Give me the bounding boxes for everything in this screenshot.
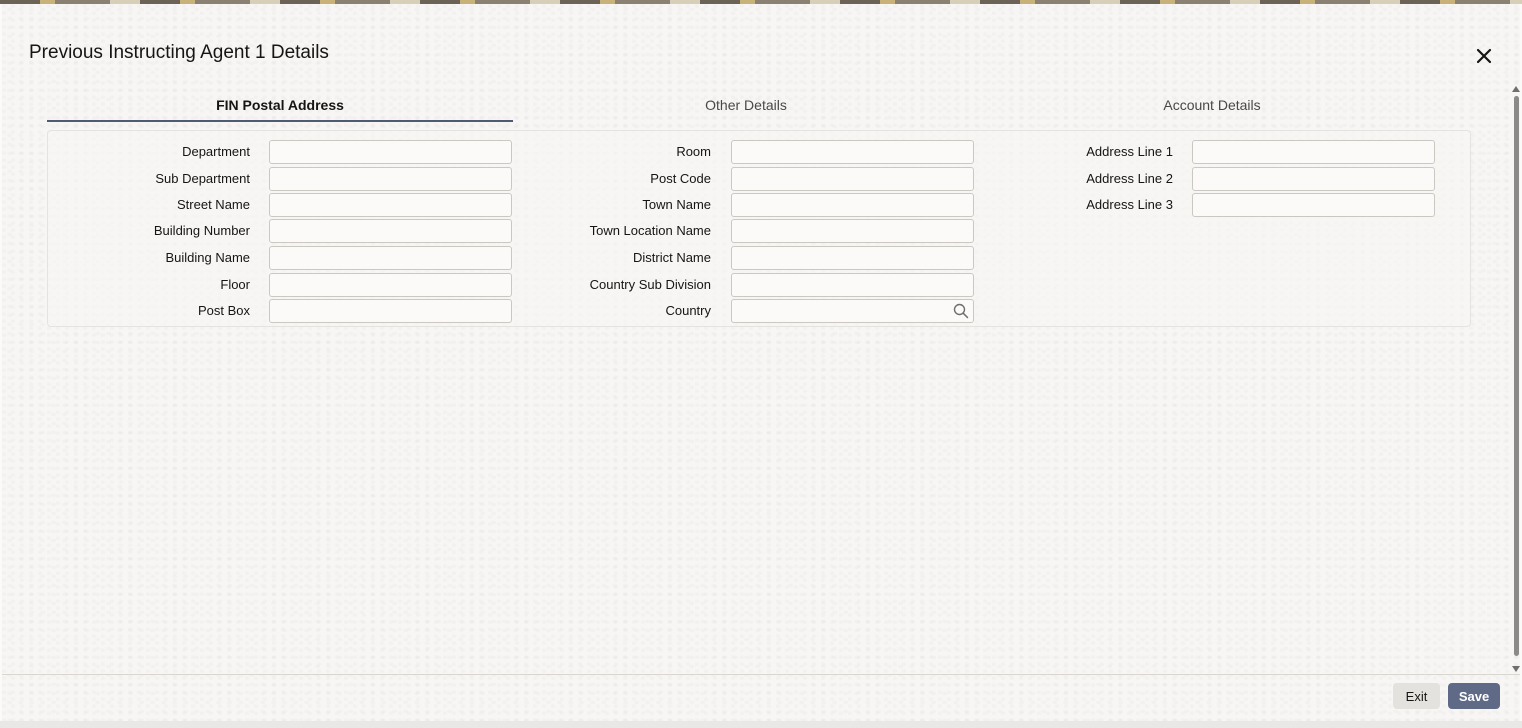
post-code-field[interactable] <box>731 167 974 191</box>
country-sub-division-field[interactable] <box>731 273 974 297</box>
country-field[interactable] <box>731 299 974 323</box>
floor-label: Floor <box>220 277 250 292</box>
department-label: Department <box>182 144 250 159</box>
sub-department-field[interactable] <box>269 167 512 191</box>
scroll-down-icon[interactable] <box>1512 666 1520 672</box>
vertical-scrollbar[interactable] <box>1511 86 1521 676</box>
footer-divider <box>2 674 1520 675</box>
tab-fin-postal-address[interactable]: FIN Postal Address <box>47 92 513 122</box>
post-box-field[interactable] <box>269 299 512 323</box>
address-line-2-label: Address Line 2 <box>1086 171 1173 186</box>
town-name-label: Town Name <box>642 197 711 212</box>
address-line-1-label: Address Line 1 <box>1086 144 1173 159</box>
sub-department-label: Sub Department <box>155 171 250 186</box>
floor-field[interactable] <box>269 273 512 297</box>
tab-account-details[interactable]: Account Details <box>979 92 1445 122</box>
town-name-field[interactable] <box>731 193 974 217</box>
address-line-3-label: Address Line 3 <box>1086 197 1173 212</box>
scroll-thumb[interactable] <box>1514 96 1519 656</box>
post-box-label: Post Box <box>197 303 250 318</box>
address-line-1-field[interactable] <box>1192 140 1435 164</box>
tab-bar: FIN Postal Address Other Details Account… <box>47 92 1447 124</box>
close-button[interactable] <box>1472 44 1496 68</box>
address-line-2-field[interactable] <box>1192 167 1435 191</box>
building-number-field[interactable] <box>269 219 512 243</box>
fin-postal-address-panel: Department Sub Department Street Name Bu… <box>47 130 1471 327</box>
post-code-label: Post Code <box>650 171 711 186</box>
tab-other-details[interactable]: Other Details <box>513 92 979 122</box>
building-name-label: Building Name <box>165 250 250 265</box>
country-sub-division-label: Country Sub Division <box>589 277 711 292</box>
save-button[interactable]: Save <box>1448 683 1500 709</box>
room-field[interactable] <box>731 140 974 164</box>
building-name-field[interactable] <box>269 246 512 270</box>
room-label: Room <box>676 144 711 159</box>
close-icon <box>1476 48 1492 64</box>
street-name-field[interactable] <box>269 193 512 217</box>
dialog-title: Previous Instructing Agent 1 Details <box>29 42 329 63</box>
district-name-label: District Name <box>632 250 711 265</box>
town-location-name-label: Town Location Name <box>589 223 711 238</box>
exit-button[interactable]: Exit <box>1393 683 1440 709</box>
department-field[interactable] <box>269 140 512 164</box>
country-label: Country <box>665 303 711 318</box>
scroll-up-icon[interactable] <box>1512 86 1520 92</box>
district-name-field[interactable] <box>731 246 974 270</box>
bottom-strip <box>0 721 1522 728</box>
dialog-window: Previous Instructing Agent 1 Details FIN… <box>2 4 1520 721</box>
street-name-label: Street Name <box>177 197 250 212</box>
address-line-3-field[interactable] <box>1192 193 1435 217</box>
building-number-label: Building Number <box>153 223 250 238</box>
search-icon[interactable] <box>953 303 969 319</box>
town-location-name-field[interactable] <box>731 219 974 243</box>
